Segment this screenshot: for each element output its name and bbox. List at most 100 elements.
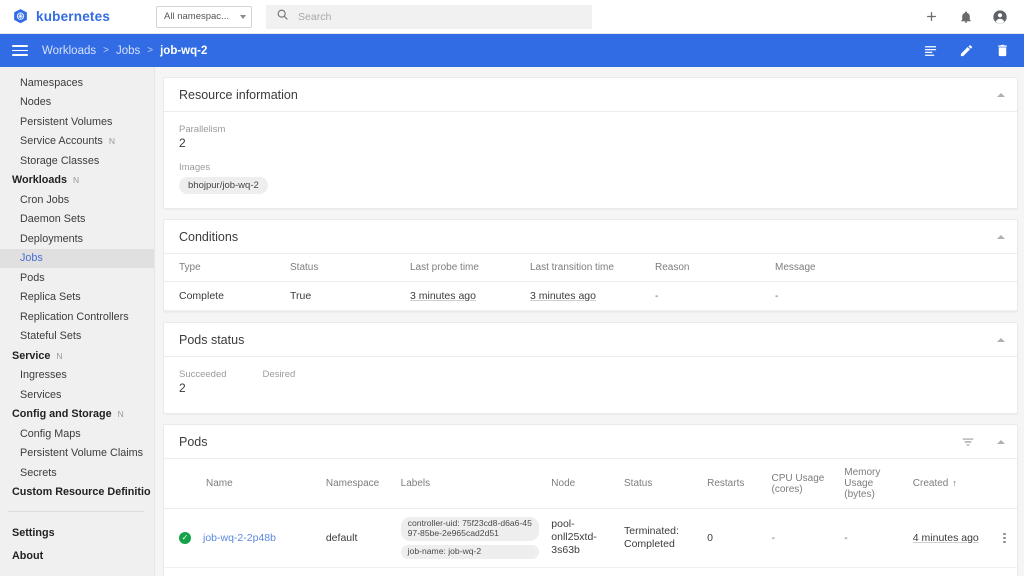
sidebar-item-badge: N: [108, 136, 115, 147]
sidebar-item-label: Pods: [20, 271, 45, 284]
col-created[interactable]: Created ↑: [906, 459, 992, 509]
sidebar-item-namespaces[interactable]: Namespaces: [0, 73, 154, 93]
sidebar-item-storage-classes[interactable]: Storage Classes: [0, 151, 154, 171]
resource-actions: [922, 43, 1010, 59]
sidebar-item-nodes[interactable]: Nodes: [0, 93, 154, 113]
account-circle-icon[interactable]: [991, 8, 1008, 25]
breadcrumb-item-jobs[interactable]: Jobs: [116, 45, 140, 57]
cell-created: 4 minutes ago: [906, 508, 992, 568]
chevron-down-icon: [240, 14, 247, 19]
breadcrumb-bar: Workloads > Jobs > job-wq-2: [0, 34, 1024, 67]
card-title: Pods status: [179, 332, 245, 347]
sidebar-item-label: Config and Storage: [12, 408, 112, 421]
desired-label: Desired: [262, 369, 296, 380]
sidebar-item-label: Settings: [12, 526, 55, 539]
sidebar-item-service[interactable]: Service N: [0, 346, 154, 366]
table-row[interactable]: ✓ job-wq-2-2p48b default controller-uid: 75…: [164, 508, 1017, 568]
logs-icon[interactable]: [922, 43, 938, 59]
sidebar-item-label: Service Accounts: [20, 135, 103, 148]
conditions-table: Type Status Last probe time Last transit…: [164, 254, 1017, 311]
sidebar-item-custom-resource-definitio[interactable]: Custom Resource Definitio: [0, 483, 154, 503]
sidebar-item-label: Cron Jobs: [20, 193, 70, 206]
sidebar-item-pods[interactable]: Pods: [0, 268, 154, 288]
table-row[interactable]: ✓job-wq-2-pbskhdefaultcontroller-uid: 75…: [164, 567, 1017, 576]
bell-notification-icon[interactable]: [957, 8, 974, 25]
pod-name-link[interactable]: job-wq-2-2p48b: [203, 532, 276, 544]
sidebar-item-persistent-volume-claims[interactable]: Persistent Volume Claims: [0, 444, 154, 464]
sidebar-item-secrets[interactable]: Secrets: [0, 463, 154, 483]
cell-last-probe-time: 3 minutes ago: [404, 281, 524, 311]
cell-node: pool-onll25xtd-3s63w: [545, 567, 618, 576]
chevron-up-icon[interactable]: [997, 234, 1005, 239]
col-last-probe-time: Last probe time: [404, 254, 524, 282]
sidebar-item-workloads[interactable]: Workloads N: [0, 171, 154, 191]
sidebar-divider: [8, 511, 144, 512]
kubernetes-helm-logo-icon: [12, 8, 29, 25]
col-namespace[interactable]: Namespace: [319, 459, 395, 509]
col-name[interactable]: Name: [164, 459, 320, 509]
sidebar-item-about[interactable]: About: [0, 544, 154, 567]
search-input[interactable]: Search: [266, 4, 593, 29]
sidebar-item-replica-sets[interactable]: Replica Sets: [0, 288, 154, 308]
sidebar-item-label: Jobs: [20, 252, 43, 265]
filter-list-icon[interactable]: [961, 435, 975, 449]
breadcrumb-item-workloads[interactable]: Workloads: [42, 45, 96, 57]
conditions-card: Conditions Type Status Last probe time L…: [163, 219, 1018, 312]
cell-created: 4 minutes ago: [906, 567, 992, 576]
col-memory-usage[interactable]: Memory Usage (bytes): [838, 459, 907, 509]
cell-namespace: default: [319, 567, 395, 576]
cell-memory-usage: -: [838, 567, 907, 576]
edit-pencil-icon[interactable]: [958, 43, 974, 59]
sidebar-item-label: Workloads: [12, 174, 67, 187]
chevron-up-icon[interactable]: [997, 337, 1005, 342]
plus-icon[interactable]: [923, 8, 940, 25]
chevron-up-icon[interactable]: [997, 439, 1005, 444]
sidebar-item-config-and-storage[interactable]: Config and Storage N: [0, 405, 154, 425]
delete-trash-icon[interactable]: [994, 43, 1010, 59]
hamburger-menu-icon[interactable]: [12, 45, 28, 56]
breadcrumb-separator: >: [103, 45, 109, 56]
sidebar-item-ingresses[interactable]: Ingresses: [0, 366, 154, 386]
row-overflow-menu-icon[interactable]: [998, 532, 1011, 543]
col-restarts[interactable]: Restarts: [701, 459, 766, 509]
sidebar-item-settings[interactable]: Settings: [0, 521, 154, 544]
sidebar-item-replication-controllers[interactable]: Replication Controllers: [0, 307, 154, 327]
cell-cpu-usage: -: [765, 567, 839, 576]
col-node[interactable]: Node: [545, 459, 618, 509]
sidebar-item-deployments[interactable]: Deployments: [0, 229, 154, 249]
sidebar-item-stateful-sets[interactable]: Stateful Sets: [0, 327, 154, 347]
sidebar-item-service-accounts[interactable]: Service Accounts N: [0, 132, 154, 152]
cell-type: Complete: [164, 281, 284, 311]
parallelism-value: 2: [179, 136, 186, 150]
cell-cpu-usage: -: [765, 508, 839, 568]
cell-labels: controller-uid: 75f23cd8-d6a6-4597-85be-…: [394, 508, 546, 568]
col-cpu-usage[interactable]: CPU Usage (cores): [765, 459, 839, 509]
sidebar-item-label: Deployments: [20, 232, 84, 245]
card-title: Resource information: [179, 87, 298, 102]
sidebar-item-persistent-volumes[interactable]: Persistent Volumes: [0, 112, 154, 132]
sidebar-item-services[interactable]: Services: [0, 385, 154, 405]
col-status: Status: [284, 254, 404, 282]
cell-message: -: [769, 281, 1017, 311]
brand-logo-area[interactable]: kubernetes: [12, 8, 110, 25]
col-type: Type: [164, 254, 284, 282]
succeeded-value: 2: [179, 381, 186, 395]
sidebar-item-badge: N: [117, 409, 124, 420]
cell-memory-usage: -: [838, 508, 907, 568]
col-reason: Reason: [649, 254, 769, 282]
sidebar-item-daemon-sets[interactable]: Daemon Sets: [0, 210, 154, 230]
pods-status-metrics: Succeeded 2 Desired: [179, 369, 1002, 395]
sort-ascending-icon: ↑: [952, 478, 957, 488]
pods-card-header: Pods: [164, 425, 1017, 459]
succeeded-label: Succeeded: [179, 369, 227, 380]
sidebar-item-jobs[interactable]: Jobs: [0, 248, 154, 268]
pods-status-card: Pods status Succeeded 2 Desired: [163, 322, 1018, 414]
col-status[interactable]: Status: [618, 459, 702, 509]
namespace-select[interactable]: All namespac...: [156, 5, 253, 28]
col-labels[interactable]: Labels: [394, 459, 546, 509]
pods-status-card-header: Pods status: [164, 323, 1017, 357]
sidebar-item-cron-jobs[interactable]: Cron Jobs: [0, 190, 154, 210]
cell-last-transition-time: 3 minutes ago: [524, 281, 649, 311]
sidebar-item-config-maps[interactable]: Config Maps: [0, 424, 154, 444]
chevron-up-icon[interactable]: [997, 92, 1005, 97]
